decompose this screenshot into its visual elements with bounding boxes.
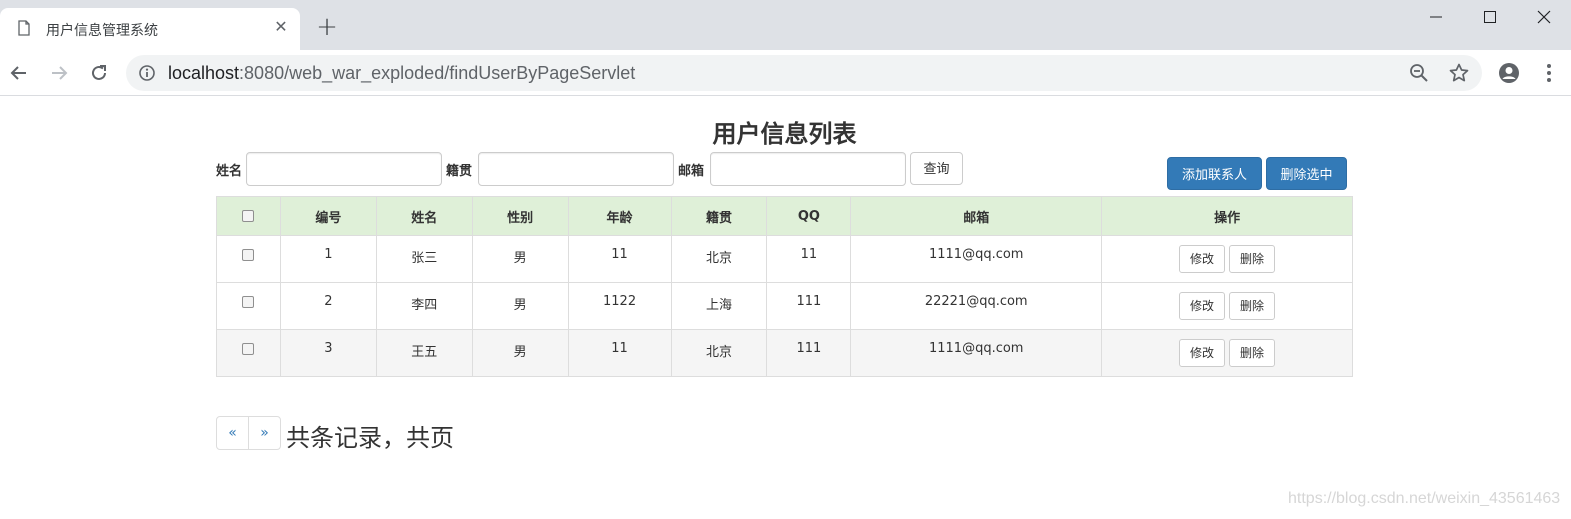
next-page-button[interactable]: »	[248, 416, 281, 450]
select-all-checkbox[interactable]	[242, 210, 255, 222]
account-icon[interactable]	[1498, 62, 1520, 84]
cell-qq: 111	[766, 329, 852, 377]
cell-qq: 11	[766, 235, 852, 283]
plus-icon[interactable]: +	[314, 14, 340, 40]
table-row: 3 王五 男 11 北京 111 1111@qq.com 修改 删除	[216, 329, 1353, 377]
minimize-icon[interactable]	[1408, 0, 1464, 32]
forward-icon[interactable]	[46, 60, 72, 86]
cell-name: 张三	[375, 235, 473, 283]
name-input[interactable]	[246, 152, 442, 186]
cell-actions: 修改 删除	[1101, 282, 1353, 330]
column-header-name: 姓名	[375, 196, 473, 236]
table-row: 2 李四 男 1122 上海 111 22221@qq.com 修改 删除	[216, 282, 1353, 330]
column-header-actions: 操作	[1101, 196, 1353, 236]
edit-button[interactable]: 修改	[1179, 339, 1226, 367]
cell-qq: 111	[766, 282, 852, 330]
cell-name: 李四	[375, 282, 473, 330]
delete-button[interactable]: 删除	[1229, 292, 1276, 320]
menu-icon[interactable]	[1538, 62, 1560, 84]
column-header-email: 邮箱	[850, 196, 1103, 236]
column-header-qq: QQ	[766, 196, 852, 236]
email-label: 邮箱	[678, 164, 705, 179]
reload-icon[interactable]	[86, 60, 112, 86]
cell-address: 北京	[670, 235, 768, 283]
info-icon[interactable]	[139, 65, 155, 81]
delete-button[interactable]: 删除	[1229, 339, 1276, 367]
close-icon[interactable]: ✕	[272, 18, 290, 36]
row-checkbox[interactable]	[242, 342, 255, 355]
browser-tabstrip: 用户信息管理系统 ✕ +	[0, 0, 1571, 50]
url-host: localhost	[168, 63, 240, 83]
column-header-gender: 性别	[471, 196, 569, 236]
cell-age: 1122	[567, 282, 672, 330]
page-icon	[18, 20, 30, 36]
column-header-address: 籍贯	[670, 196, 768, 236]
cell-age: 11	[567, 235, 672, 283]
edit-button[interactable]: 修改	[1179, 245, 1226, 273]
add-contact-button[interactable]: 添加联系人	[1167, 157, 1262, 190]
browser-toolbar: localhost:8080/web_war_exploded/findUser…	[0, 50, 1571, 96]
cell-id: 1	[279, 235, 377, 283]
row-checkbox[interactable]	[242, 248, 255, 261]
delete-button[interactable]: 删除	[1229, 245, 1276, 273]
cell-actions: 修改 删除	[1101, 329, 1353, 377]
select-all-header	[216, 196, 281, 236]
prev-page-button[interactable]: «	[216, 416, 249, 450]
star-icon[interactable]	[1449, 63, 1469, 83]
address-bar[interactable]: localhost:8080/web_war_exploded/findUser…	[126, 55, 1482, 91]
tab-title: 用户信息管理系统	[46, 23, 158, 39]
cell-gender: 男	[471, 329, 569, 377]
cell-gender: 男	[471, 235, 569, 283]
cell-email: 22221@qq.com	[850, 282, 1103, 330]
row-select-cell	[216, 329, 281, 377]
cell-id: 2	[279, 282, 377, 330]
column-header-age: 年龄	[567, 196, 672, 236]
delete-selected-button[interactable]: 删除选中	[1266, 157, 1347, 190]
maximize-icon[interactable]	[1462, 0, 1518, 32]
query-button[interactable]: 查询	[910, 152, 963, 185]
cell-actions: 修改 删除	[1101, 235, 1353, 283]
zoom-out-icon[interactable]	[1409, 63, 1429, 83]
cell-address: 北京	[670, 329, 768, 377]
page-title: 用户信息列表	[712, 120, 857, 148]
watermark: https://blog.csdn.net/weixin_43561463	[1288, 490, 1561, 507]
back-icon[interactable]	[6, 60, 32, 86]
name-label: 姓名	[216, 164, 243, 179]
table-header-row: 编号 姓名 性别 年龄 籍贯 QQ 邮箱 操作	[216, 196, 1353, 236]
cell-age: 11	[567, 329, 672, 377]
url-text[interactable]: localhost:8080/web_war_exploded/findUser…	[168, 63, 635, 84]
row-select-cell	[216, 282, 281, 330]
cell-name: 王五	[375, 329, 473, 377]
address-label: 籍贯	[446, 164, 473, 179]
column-header-id: 编号	[279, 196, 377, 236]
window-close-icon[interactable]	[1516, 0, 1571, 32]
browser-tab[interactable]: 用户信息管理系统 ✕	[0, 8, 300, 50]
cell-email: 1111@qq.com	[850, 235, 1103, 283]
cell-address: 上海	[670, 282, 768, 330]
email-input[interactable]	[710, 152, 906, 186]
row-select-cell	[216, 235, 281, 283]
row-checkbox[interactable]	[242, 295, 255, 308]
url-path: :8080/web_war_exploded/findUserByPageSer…	[239, 63, 636, 83]
user-table: 编号 姓名 性别 年龄 籍贯 QQ 邮箱 操作 1 张三 男 11 北京 11 …	[216, 196, 1353, 377]
table-row: 1 张三 男 11 北京 11 1111@qq.com 修改 删除	[216, 235, 1353, 283]
record-summary: 共条记录，共页	[286, 424, 454, 452]
edit-button[interactable]: 修改	[1179, 292, 1226, 320]
cell-id: 3	[279, 329, 377, 377]
cell-gender: 男	[471, 282, 569, 330]
address-input[interactable]	[478, 152, 674, 186]
cell-email: 1111@qq.com	[850, 329, 1103, 377]
